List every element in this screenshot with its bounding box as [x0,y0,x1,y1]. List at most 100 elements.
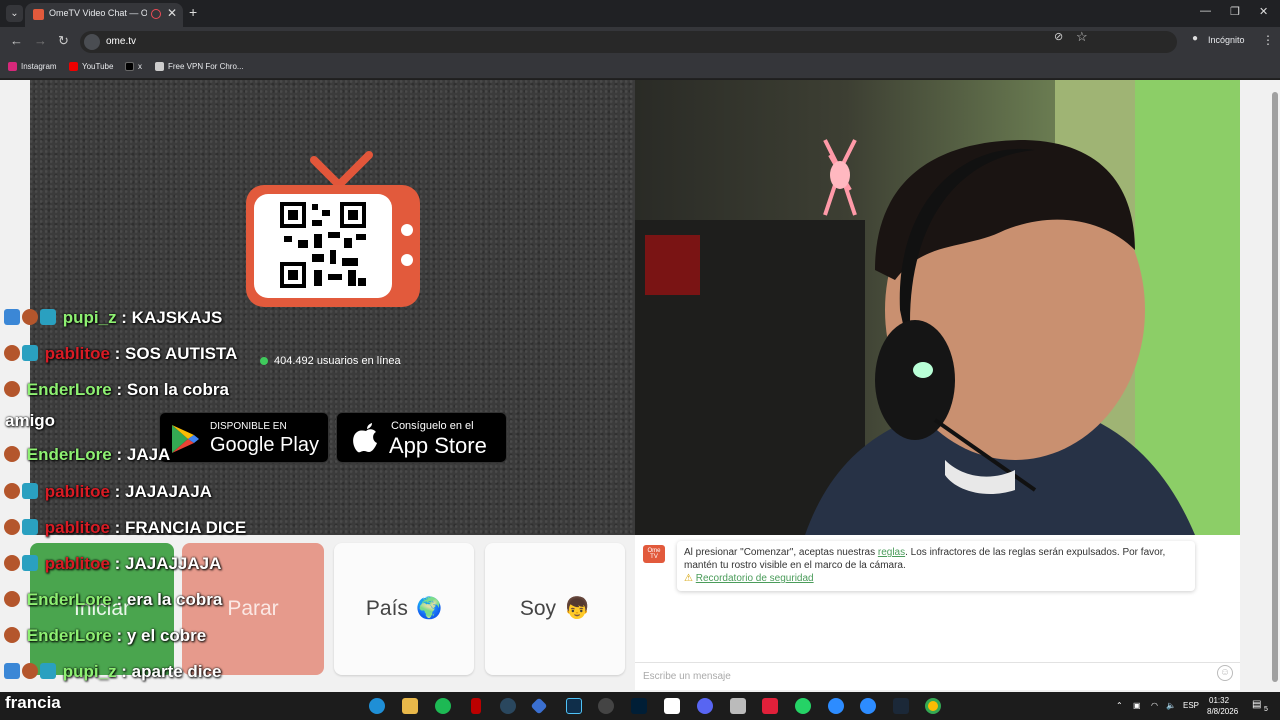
gender-button[interactable]: Soy 👦 [485,543,625,675]
app-store-big-label: App Store [389,433,487,458]
url-text: ome.tv [106,36,137,47]
opera-icon[interactable] [762,698,778,714]
google-play-button[interactable]: DISPONIBLE EN Google Play [159,412,329,463]
clock-time[interactable]: 01:32 [1209,696,1229,705]
ga-badge-icon [40,309,56,325]
close-window-icon[interactable]: ✕ [1259,5,1268,18]
bookmark-instagram[interactable]: Instagram [8,62,57,71]
chat-message: : SOS AUTISTA [109,344,238,363]
message-input[interactable]: Escribe un mensaje [635,662,1240,688]
cookie-badge-icon [4,483,20,499]
close-tab-icon[interactable]: ✕ [167,6,177,20]
steam-icon[interactable] [500,698,516,714]
browser-c-icon[interactable] [828,698,844,714]
photoshop-icon[interactable] [631,698,647,714]
app-store-small-label: Consíguelo en el [391,420,474,432]
gender-label: Soy [519,597,557,620]
browser-c2-icon[interactable] [860,698,876,714]
chat-username: pupi_z [62,308,117,327]
globe-icon: 🌍 [415,597,443,620]
bookmark-star-icon[interactable]: ☆ [1076,29,1088,45]
instagram-icon [8,62,17,71]
tray-app-icon[interactable]: ▣ [1133,701,1141,710]
tab-search-icon[interactable]: ⌄ [6,5,23,22]
chrome-icon[interactable] [925,698,941,714]
ometv-qr-logo[interactable] [244,150,424,315]
tab-strip: ⌄ OmeTV Video Chat — Ome ✕ + — ❐ ✕ [0,0,1280,27]
stream-chat-line: pupi_z : KAJSKAJS [4,308,222,328]
forward-icon[interactable]: → [34,34,47,48]
x-icon [125,62,134,71]
cookie-badge-icon [22,663,38,679]
volume-icon[interactable]: 🔈 [1166,701,1176,710]
scrollbar-thumb[interactable] [1272,92,1278,682]
chat-panel: Ome TV Al presionar "Comenzar", aceptas n… [635,535,1240,690]
google-play-big-label: Google Play [210,434,319,456]
camera-feed-image [635,80,1240,535]
cookie-badge-icon [4,446,20,462]
active-tab[interactable]: OmeTV Video Chat — Ome ✕ [25,3,183,27]
steam-tray-icon[interactable] [893,698,909,714]
stream-chat-line: pablitoe : JAJAJAJA [4,482,212,502]
obs-icon[interactable] [598,698,614,714]
back-icon[interactable]: ← [10,34,23,48]
page-scrollbar[interactable] [1270,80,1280,692]
rules-link[interactable]: reglas [878,547,905,558]
whatsapp-icon[interactable] [795,698,811,714]
site-info-icon[interactable] [84,34,100,50]
chat-username: pablitoe [44,554,110,573]
app-diamond-icon[interactable] [530,697,548,715]
self-camera-video [635,80,1240,535]
stream-chat-line: pablitoe : SOS AUTISTA [4,344,237,364]
stream-chat-line: pablitoe : FRANCIA DICE [4,518,246,538]
ga-badge-icon [22,555,38,571]
country-button[interactable]: País 🌍 [334,543,474,675]
chat-message: : JAJAJAJA [109,482,212,501]
folder-icon[interactable] [730,698,746,714]
vegas-icon[interactable] [566,698,582,714]
eye-off-icon[interactable]: ⊘ [1054,30,1063,43]
stream-chat-line: francia [5,693,61,712]
bookmark-youtube[interactable]: YouTube [69,62,113,71]
app-store-button[interactable]: Consíguelo en el App Store [336,412,507,463]
chat-message: : aparte dice [116,662,222,681]
address-bar[interactable]: ome.tv [80,31,1177,53]
tray-chevron-icon[interactable]: ⌃ [1116,701,1123,710]
more-menu-icon[interactable]: ⋮ [1262,33,1274,47]
recording-icon [151,9,161,19]
spotify-icon[interactable] [435,698,451,714]
clock-date[interactable]: 8/8/2026 [1207,707,1238,716]
google-play-icon [172,425,199,453]
new-tab-button[interactable]: + [189,4,197,20]
wifi-icon[interactable]: ◠ [1151,701,1158,710]
apple-icon [353,423,377,453]
restore-icon[interactable]: ❐ [1230,5,1240,18]
boy-icon: 👦 [564,597,591,620]
ga-badge-icon [22,345,38,361]
bookmark-x[interactable]: x [125,62,142,71]
cookie-badge-icon [4,627,20,643]
minimize-icon[interactable]: — [1200,5,1211,17]
bookmark-label: Instagram [21,62,57,71]
chat-username: EnderLore [26,445,112,464]
capcut-icon[interactable] [664,698,680,714]
bookmark-free-vpn[interactable]: Free VPN For Chro... [155,62,244,71]
chat-message: : era la cobra [111,590,223,609]
stream-chat-line: pablitoe : JAJAJJAJA [4,554,221,574]
language-indicator[interactable]: ESP [1183,701,1199,710]
discord-icon[interactable] [697,698,713,714]
file-explorer-icon[interactable] [402,698,418,714]
country-label: País [365,597,408,620]
emoji-icon[interactable]: ☺ [1217,665,1233,681]
cookie-badge-icon [4,381,20,397]
incognito-label[interactable]: Incógnito [1208,35,1245,45]
netflix-icon[interactable] [471,698,481,714]
blue-badge-icon [4,309,20,325]
cookie-badge-icon [4,555,20,571]
safety-reminder-link[interactable]: Recordatorio de seguridad [696,573,814,584]
notifications-icon[interactable]: ▤ [1252,699,1261,710]
reload-icon[interactable]: ↻ [58,34,69,48]
browser-toolbar: ← → ↻ ome.tv ⊘ ☆ ● Incógnito ⋮ [0,27,1280,57]
edge-icon[interactable] [369,698,385,714]
chat-username: EnderLore [26,626,112,645]
